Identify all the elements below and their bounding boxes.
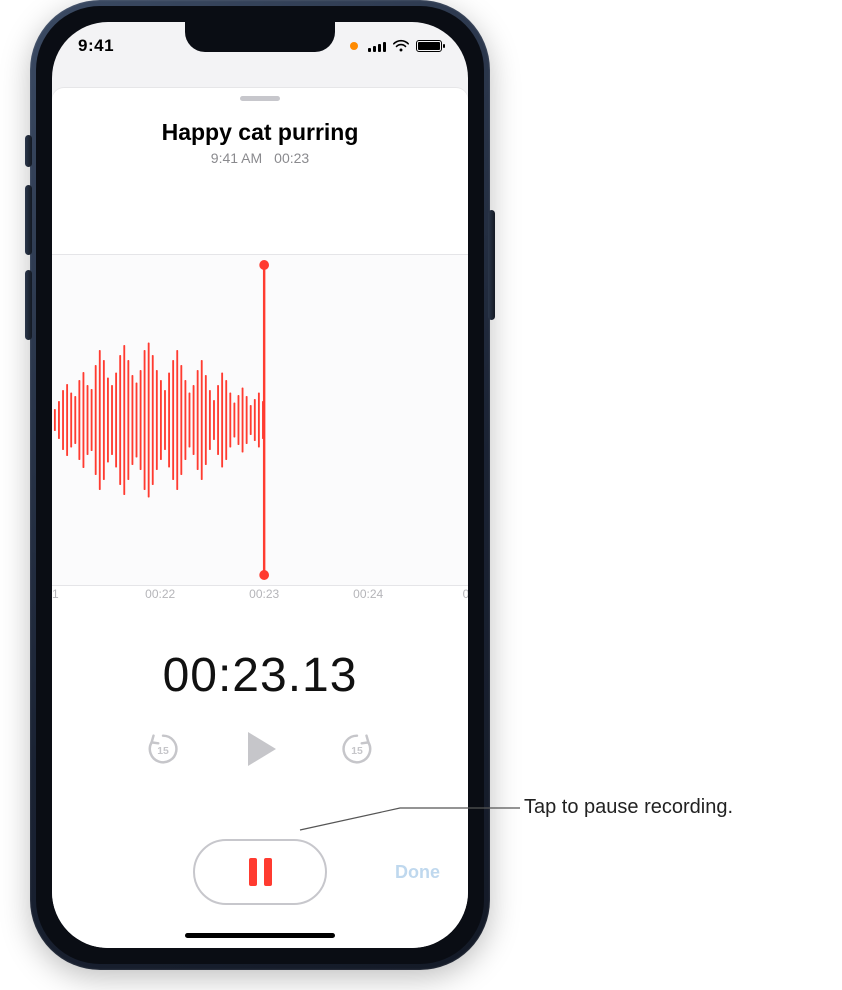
wifi-icon	[392, 39, 410, 53]
status-icons	[350, 39, 442, 53]
cellular-icon	[368, 40, 386, 52]
status-time: 9:41	[78, 36, 114, 56]
battery-icon	[416, 40, 442, 52]
recording-indicator-icon	[350, 42, 358, 50]
notch	[185, 22, 335, 52]
callout-pause-label: Tap to pause recording.	[524, 796, 733, 819]
